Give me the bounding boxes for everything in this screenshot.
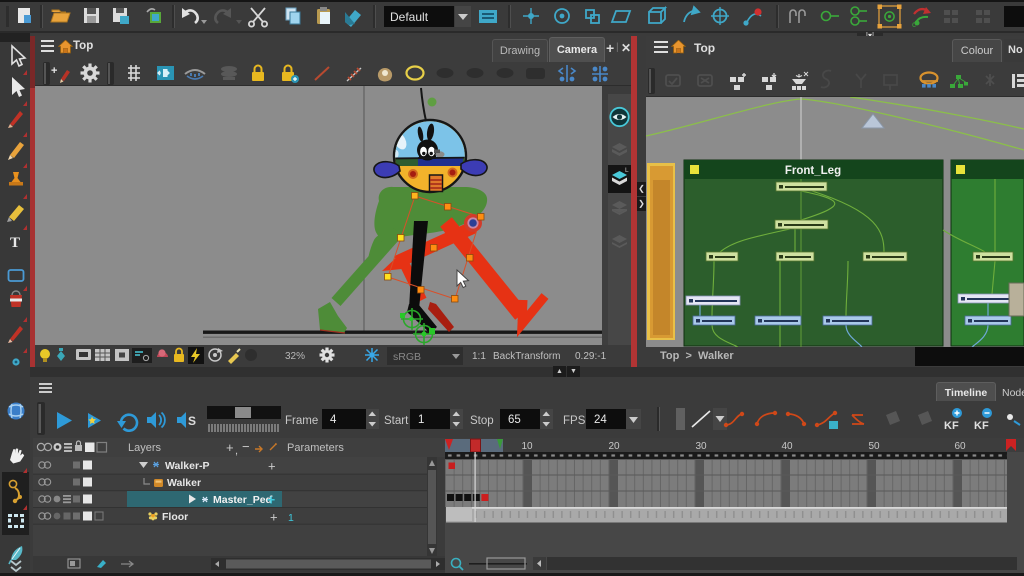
svg-text:1: 1 <box>418 414 424 426</box>
svg-text:sRGB: sRGB <box>393 351 421 363</box>
svg-text:1:1: 1:1 <box>472 351 486 362</box>
svg-text:24: 24 <box>594 414 607 426</box>
svg-text:0.29:-1: 0.29:-1 <box>575 351 607 362</box>
svg-text:4: 4 <box>330 414 337 426</box>
svg-text:Floor: Floor <box>162 511 188 523</box>
svg-text:Start: Start <box>384 415 409 427</box>
svg-text:,: , <box>235 445 238 457</box>
svg-text:Walker: Walker <box>167 477 201 489</box>
svg-text:Frame: Frame <box>285 415 318 427</box>
svg-text:40: 40 <box>781 441 793 452</box>
svg-text:50: 50 <box>868 441 880 452</box>
svg-text:+: + <box>51 65 57 77</box>
svg-text:60: 60 <box>954 441 966 452</box>
svg-text:−: − <box>242 439 250 454</box>
svg-text:L: L <box>625 167 629 174</box>
svg-text:Layers: Layers <box>128 442 162 454</box>
svg-text:S: S <box>188 414 196 428</box>
svg-text:32%: 32% <box>285 351 305 362</box>
svg-text:30: 30 <box>695 441 707 452</box>
svg-text:1: 1 <box>288 512 294 524</box>
svg-text:Default: Default <box>390 10 429 24</box>
svg-text:10: 10 <box>521 441 533 452</box>
svg-text:+: + <box>268 459 276 474</box>
svg-text:c: c <box>912 20 916 29</box>
svg-text:+: + <box>226 440 234 455</box>
svg-text:BackTransform: BackTransform <box>493 351 560 362</box>
svg-text:KF: KF <box>974 420 989 432</box>
svg-text:+: + <box>270 510 278 525</box>
svg-text:Stop: Stop <box>470 415 494 427</box>
svg-text:KF: KF <box>944 420 959 432</box>
svg-text:T: T <box>10 235 20 251</box>
svg-text:Front_Leg: Front_Leg <box>785 165 841 177</box>
svg-text:20: 20 <box>608 441 620 452</box>
svg-text:+: + <box>267 492 275 508</box>
svg-text:Parameters: Parameters <box>287 442 344 454</box>
svg-text:Walker-P: Walker-P <box>165 460 210 472</box>
svg-text:65: 65 <box>508 414 521 426</box>
svg-text:Master_Peɗ: Master_Peɗ <box>213 494 273 506</box>
svg-text:FPS: FPS <box>563 415 586 427</box>
